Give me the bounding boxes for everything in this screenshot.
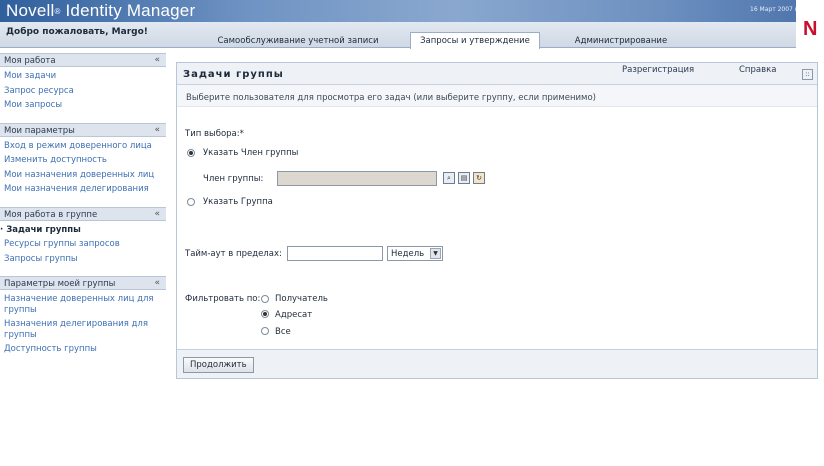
collapse-icon[interactable]: « <box>154 125 160 135</box>
sidebar-section-my-settings: Мои параметры « <box>0 122 166 137</box>
page-title: Задачи группы <box>183 69 284 80</box>
sidebar-item-team-tasks[interactable]: Задачи группы <box>0 223 166 238</box>
radio-filter-recipient-label: Получатель <box>275 294 328 304</box>
sidebar-section-title: Параметры моей группы <box>4 279 116 289</box>
logout-link[interactable]: Разрегистрация <box>622 65 694 75</box>
object-lookup-icon[interactable]: ⌕ <box>443 172 455 184</box>
sidebar-section-my-team-settings: Параметры моей группы « <box>0 276 166 290</box>
novell-logo: N <box>796 0 824 48</box>
sidebar-item-request-resource[interactable]: Запрос ресурса <box>0 84 166 99</box>
sidebar-item-team-proxy-assignments[interactable]: Назначение доверенных лиц для группы <box>0 292 166 317</box>
current-date: 16 Март 2007 г. <box>750 6 800 13</box>
sidebar-item-team-availability[interactable]: Доступность группы <box>0 342 166 357</box>
sidebar-item-delegate-assignments[interactable]: Мои назначения делегирования <box>0 182 166 197</box>
sidebar-section-title: Мои параметры <box>4 125 75 136</box>
sidebar-item-proxy-mode[interactable]: Вход в режим доверенного лица <box>0 139 166 154</box>
filter-label: Фильтровать по: <box>185 294 261 304</box>
member-field[interactable] <box>277 171 437 186</box>
selection-type-label: Тип выбора:* <box>185 129 244 139</box>
sidebar-section-title: Моя работа <box>4 56 56 66</box>
tab-account-self-service[interactable]: Самообслуживание учетной записи <box>200 34 396 48</box>
sidebar-section-my-work: Моя работа « <box>0 53 166 67</box>
radio-specify-group[interactable] <box>187 198 195 206</box>
radio-filter-all[interactable] <box>261 327 269 335</box>
sidebar-item-team-delegate-assignments[interactable]: Назначения делегирования для группы <box>0 317 166 342</box>
sidebar-item-edit-availability[interactable]: Изменить доступность <box>0 153 166 168</box>
timeout-unit-select[interactable]: Недель ▼ <box>387 246 443 261</box>
title-bar: Novell® Identity Manager 16 Март 2007 г. <box>0 0 824 22</box>
instruction-text: Выберите пользователя для просмотра его … <box>177 85 817 107</box>
nav-bar: Добро пожаловать, Margo! Самообслуживани… <box>0 22 796 49</box>
sidebar-item-team-resource-requests[interactable]: Ресурсы группы запросов <box>0 237 166 252</box>
app-header: Novell® Identity Manager 16 Март 2007 г.… <box>0 0 824 49</box>
sidebar-item-my-tasks[interactable]: Мои задачи <box>0 69 166 84</box>
sidebar: Моя работа « Мои задачи Запрос ресурса М… <box>0 53 166 357</box>
sidebar-item-proxy-assignments[interactable]: Мои назначения доверенных лиц <box>0 168 166 183</box>
sidebar-section-title: Моя работа в группе <box>4 209 98 220</box>
tab-administration[interactable]: Администрирование <box>566 34 676 48</box>
team-tasks-panel: Задачи группы Разрегистрация Справка :: … <box>176 62 818 379</box>
timeout-unit-value: Недель <box>391 249 425 259</box>
radio-filter-addressee-label: Адресат <box>275 310 313 320</box>
sidebar-item-my-requests[interactable]: Мои запросы <box>0 98 166 113</box>
reset-icon[interactable]: ↻ <box>473 172 485 184</box>
panel-header: Задачи группы Разрегистрация Справка :: <box>177 63 817 85</box>
member-field-label: Член группы: <box>203 174 264 184</box>
app-title: Novell® Identity Manager <box>6 1 196 20</box>
continue-button[interactable]: Продолжить <box>183 357 254 373</box>
radio-specify-member-label: Указать Член группы <box>203 148 299 158</box>
radio-filter-recipient[interactable] <box>261 295 269 303</box>
sidebar-item-team-requests[interactable]: Запросы группы <box>0 252 166 267</box>
panel-layout-icon[interactable]: :: <box>802 69 813 80</box>
panel-footer: Продолжить <box>177 349 817 378</box>
collapse-icon[interactable]: « <box>154 278 160 288</box>
collapse-icon[interactable]: « <box>154 209 160 219</box>
welcome-message: Добро пожаловать, Margo! <box>6 27 148 37</box>
timeout-input[interactable] <box>287 246 383 261</box>
history-icon[interactable]: ▤ <box>458 172 470 184</box>
collapse-icon[interactable]: « <box>154 55 160 65</box>
radio-filter-all-label: Все <box>275 327 291 337</box>
chevron-down-icon: ▼ <box>430 248 441 259</box>
help-link[interactable]: Справка <box>739 65 776 75</box>
timeout-label: Тайм-аут в пределах: <box>185 249 282 259</box>
novell-logo-letter: N <box>803 18 818 40</box>
radio-filter-addressee[interactable] <box>261 310 269 318</box>
sidebar-section-my-team-work: Моя работа в группе « <box>0 206 166 221</box>
radio-specify-member[interactable] <box>187 149 195 157</box>
tab-requests-approvals[interactable]: Запросы и утверждение <box>410 32 540 49</box>
radio-specify-group-label: Указать Группа <box>203 197 273 207</box>
